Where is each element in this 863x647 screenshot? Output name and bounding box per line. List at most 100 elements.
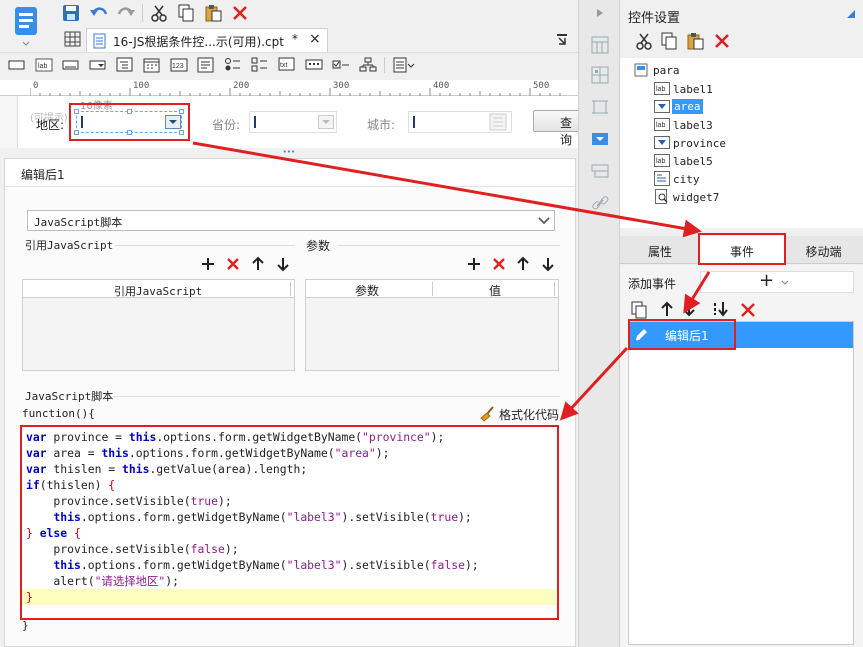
combo-dropdown-icon[interactable] <box>318 115 334 129</box>
collapse-corner-icon[interactable] <box>846 9 856 19</box>
move-down-param-icon[interactable] <box>541 256 555 272</box>
tree-dropdown-icon[interactable] <box>489 113 507 131</box>
tree-item-province[interactable]: province <box>654 134 854 152</box>
widget-settings-icon[interactable] <box>591 130 609 148</box>
ref-table[interactable]: 引用JavaScript <box>22 279 295 371</box>
copy-icon[interactable] <box>660 32 678 50</box>
undo-icon[interactable] <box>89 4 109 22</box>
add-event-dropdown[interactable]: + <box>700 270 854 293</box>
grid-layout-icon[interactable] <box>591 66 609 84</box>
widget-textbox-icon[interactable] <box>8 59 26 71</box>
widget-password-icon[interactable] <box>305 59 323 71</box>
column-divider <box>290 282 291 296</box>
app-logo-icon <box>15 7 37 46</box>
move-up-param-icon[interactable] <box>516 256 530 272</box>
widget-treelist-icon[interactable] <box>359 57 377 73</box>
copy-event-icon[interactable] <box>630 301 648 319</box>
move-down-ref-icon[interactable] <box>276 256 290 272</box>
tree-item-label3[interactable]: lab label3 <box>654 116 854 134</box>
widget-combobox-icon[interactable] <box>89 59 107 71</box>
tab-layout-icon[interactable] <box>591 162 609 180</box>
collapse-panel-icon[interactable] <box>594 7 606 19</box>
tree-item-city[interactable]: city <box>654 170 854 188</box>
move-bottom-event-icon[interactable] <box>712 301 730 317</box>
toolbar-separator <box>142 4 143 22</box>
events-tab-highlight-box <box>698 233 786 265</box>
tab-properties[interactable]: 属性 <box>620 236 700 264</box>
side-icon-strip <box>578 0 620 647</box>
ref-col-header[interactable]: 引用JavaScript <box>114 283 202 299</box>
query-button[interactable]: 查询 <box>533 110 583 147</box>
tree-root-para[interactable]: para <box>653 64 680 77</box>
link-icon[interactable] <box>591 194 609 212</box>
add-param-icon[interactable] <box>467 257 481 271</box>
format-code-label: 格式化代码 <box>499 408 560 422</box>
delete-event-icon[interactable] <box>740 302 756 318</box>
code-highlight-box <box>20 425 559 620</box>
widget-checkbox-icon[interactable] <box>332 57 350 73</box>
widget-radio-group-icon[interactable] <box>224 57 242 73</box>
param-table[interactable]: 参数 值 <box>305 279 559 371</box>
cut-icon[interactable] <box>150 4 168 22</box>
save-icon[interactable] <box>62 4 80 22</box>
widget-text-icon[interactable]: txt <box>278 57 296 73</box>
tree-item-label: label1 <box>673 83 713 96</box>
move-up-ref-icon[interactable] <box>251 256 265 272</box>
file-tab[interactable]: 16-JS根据条件控...示(可用).cpt * × <box>86 28 328 52</box>
delete-param-icon[interactable] <box>492 257 506 271</box>
value-col-header[interactable]: 值 <box>489 282 501 299</box>
file-tab-modified: * <box>292 32 298 46</box>
tab-mobile[interactable]: 移动端 <box>784 236 863 264</box>
delete-icon[interactable] <box>231 4 249 22</box>
widget-date-icon[interactable] <box>143 57 161 73</box>
widget-checkbox-group-icon[interactable] <box>251 57 269 73</box>
add-event-label: 添加事件 <box>628 277 677 291</box>
file-tab-close-icon[interactable]: × <box>309 31 321 47</box>
paste-icon[interactable] <box>686 32 704 50</box>
absolute-layout-icon[interactable] <box>591 98 609 116</box>
widget-textarea-icon[interactable] <box>197 57 215 73</box>
tree-item-area[interactable]: area <box>654 98 854 116</box>
cut-icon[interactable] <box>635 32 653 50</box>
widget-tree-icon[interactable] <box>116 57 134 73</box>
event-item-highlight-box <box>628 319 736 350</box>
widget-number-icon[interactable]: 123 <box>170 58 188 72</box>
widget-label-icon[interactable]: lab <box>35 58 53 72</box>
redo-icon[interactable] <box>116 4 136 22</box>
city-treecombobox[interactable] <box>408 111 512 133</box>
event-editor-panel: 编辑后1 JavaScript脚本 引用JavaScript 参数 引用Java… <box>4 158 576 647</box>
move-down-event-icon[interactable] <box>682 301 696 317</box>
grid-view-icon[interactable] <box>64 30 82 48</box>
chevron-down-icon <box>781 280 789 285</box>
tree-item-widget7[interactable]: widget7 <box>654 188 854 206</box>
delete-ref-icon[interactable] <box>226 257 240 271</box>
layout-icon[interactable] <box>591 36 609 54</box>
script-type-select[interactable]: JavaScript脚本 <box>27 210 555 231</box>
tree-item-label1[interactable]: lab label1 <box>654 80 854 98</box>
svg-text:lab: lab <box>656 158 665 165</box>
vertical-ruler <box>0 96 18 148</box>
label-icon: lab <box>654 154 670 167</box>
tree-item-label5[interactable]: lab label5 <box>654 152 854 170</box>
copy-icon[interactable] <box>177 4 195 22</box>
function-header: function(){ <box>22 407 95 420</box>
maximize-panel-icon[interactable] <box>555 32 569 46</box>
text-cursor <box>413 116 415 128</box>
app-menu-button[interactable] <box>8 4 44 48</box>
move-up-event-icon[interactable] <box>660 301 674 317</box>
param-col-header[interactable]: 参数 <box>355 282 379 299</box>
divider <box>115 245 295 246</box>
event-list: 编辑后1 <box>628 321 854 645</box>
tree-combo-icon <box>654 171 670 186</box>
closing-brace: } <box>22 619 29 632</box>
widget-button-icon[interactable] <box>62 59 80 71</box>
svg-text:lab: lab <box>656 122 665 129</box>
splitter[interactable]: ••• <box>0 148 578 158</box>
delete-icon[interactable] <box>713 32 731 50</box>
editor-title: 编辑后1 <box>21 168 65 182</box>
paste-icon[interactable] <box>204 4 222 22</box>
widget-more-icon[interactable] <box>393 57 415 73</box>
column-divider <box>432 282 433 296</box>
add-ref-icon[interactable] <box>201 257 215 271</box>
province-combobox[interactable] <box>249 111 337 133</box>
